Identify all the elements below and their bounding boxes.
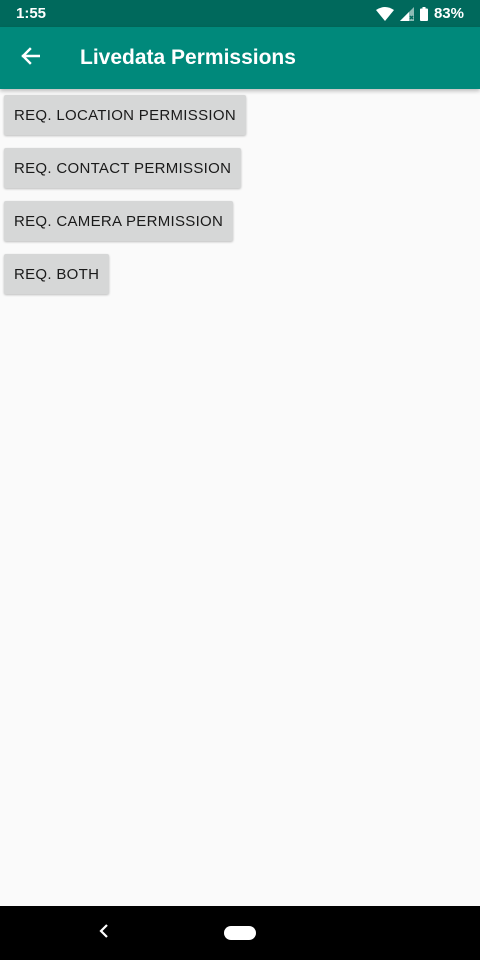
navigation-bar [0, 906, 480, 960]
wifi-icon [375, 6, 394, 21]
content: REQ. LOCATION PERMISSION REQ. CONTACT PE… [0, 89, 480, 307]
req-both-button[interactable]: REQ. BOTH [4, 254, 110, 294]
back-button[interactable] [0, 27, 60, 89]
status-bar: 1:55 83% [0, 0, 480, 27]
status-icons: 83% [375, 5, 464, 22]
nav-back-icon [99, 923, 109, 943]
nav-back-button[interactable] [96, 923, 112, 943]
app-bar: Livedata Permissions [0, 27, 480, 89]
battery-icon [419, 6, 428, 21]
nav-home-button[interactable] [224, 924, 256, 942]
signal-icon [399, 6, 414, 21]
arrow-back-icon [20, 46, 41, 71]
nav-home-icon [224, 926, 256, 940]
req-location-permission-button[interactable]: REQ. LOCATION PERMISSION [4, 95, 246, 135]
screen: 1:55 83% Livedata Permissions REQ. LOCAT… [0, 0, 480, 960]
req-contact-permission-button[interactable]: REQ. CONTACT PERMISSION [4, 148, 242, 188]
req-camera-permission-button[interactable]: REQ. CAMERA PERMISSION [4, 201, 234, 241]
status-time: 1:55 [16, 5, 47, 22]
battery-percent: 83% [433, 5, 464, 22]
page-title: Livedata Permissions [80, 46, 296, 69]
